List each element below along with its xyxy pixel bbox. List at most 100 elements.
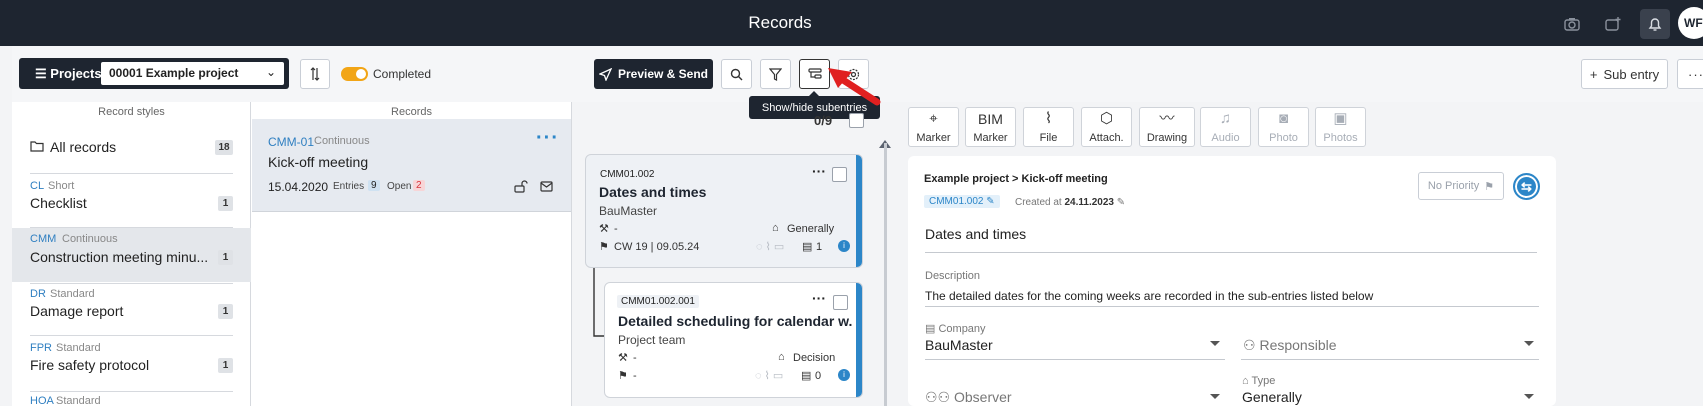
entry-code: CMM01.002.001 <box>617 295 699 308</box>
microphone-icon: ♫ <box>1219 110 1232 127</box>
style-abbr: CMM <box>30 233 57 245</box>
entry-code: CMM01.002 <box>596 168 659 181</box>
detail-entry-code[interactable]: CMM01.002 ✎ <box>924 195 1000 208</box>
subentries-icon: ▤ <box>802 241 813 253</box>
sub-entry-label: Sub entry <box>1603 66 1660 82</box>
breadcrumb[interactable]: Example project > Kick-off meeting <box>924 173 1108 185</box>
tool-drawing[interactable]: 〰 Drawing <box>1139 107 1195 147</box>
scrollbar[interactable] <box>884 143 887 406</box>
title-field[interactable]: Dates and times <box>925 226 1026 242</box>
add-sub-entry-button[interactable]: + Sub entry <box>1581 59 1668 89</box>
company-field[interactable]: BauMaster <box>925 337 993 353</box>
mail-icon[interactable] <box>540 181 553 192</box>
annotation-arrow <box>828 68 881 106</box>
preview-send-button[interactable]: Preview & Send <box>594 59 713 89</box>
style-item-damage-report[interactable]: DR Standard Damage report 1 <box>12 284 251 334</box>
record-date: 15.04.2020 <box>268 180 329 194</box>
filter-button[interactable] <box>760 59 791 89</box>
tool-label: Marker <box>916 132 951 144</box>
style-name: Fire safety protocol <box>30 357 150 373</box>
paperclip-icon: ⌇ <box>1044 110 1053 127</box>
tool-photo[interactable]: ◙ Photo <box>1258 107 1309 147</box>
tool-label: Audio <box>1211 132 1240 144</box>
style-item-fire-safety[interactable]: FPR Standard Fire safety protocol 1 <box>12 336 251 388</box>
entry-status-bar <box>856 283 862 397</box>
info-icon[interactable]: i <box>838 369 850 381</box>
add-photo-icon[interactable] <box>1598 9 1628 39</box>
open-count: 2 <box>413 180 425 191</box>
responsible-icon: ⚒ <box>599 223 609 235</box>
building-icon: ▤ <box>925 323 936 335</box>
notification-bell-icon[interactable] <box>1640 9 1670 39</box>
tool-label: Photos <box>1323 132 1358 144</box>
type-field[interactable]: Generally <box>1242 389 1302 405</box>
entry-card[interactable]: CMM01.002 ··· Dates and times BauMaster … <box>585 154 863 268</box>
entry-checkbox[interactable] <box>833 295 848 310</box>
responsible-field[interactable]: ⚇ Responsible <box>1243 337 1337 354</box>
project-dropdown[interactable]: 00001 Example project ⌄ <box>101 62 284 85</box>
tool-bim-marker[interactable]: BIM Marker <box>965 107 1016 147</box>
chevron-down-icon[interactable] <box>1524 341 1534 346</box>
completed-toggle[interactable] <box>341 67 368 81</box>
chevron-down-icon[interactable] <box>1210 341 1220 346</box>
priority-label: No Priority <box>1427 180 1480 192</box>
description-label: Description <box>925 270 981 282</box>
all-records-label: All records <box>50 139 117 155</box>
camera-icon[interactable] <box>1557 9 1587 39</box>
project-dropdown-value: 00001 Example project <box>109 66 239 80</box>
bim-icon: BIM <box>978 111 1003 127</box>
info-circle-icon[interactable]: ⇆ <box>1513 173 1540 200</box>
entry-more-icon[interactable]: ··· <box>812 163 826 179</box>
company-underline <box>925 359 1225 360</box>
edit-icon: ✎ <box>1116 197 1126 208</box>
preview-send-label: Preview & Send <box>617 67 709 81</box>
created-at: Created at 24.11.2023 ✎ <box>1015 197 1126 208</box>
pin-icon: ⌖ <box>929 110 938 127</box>
unlock-icon[interactable] <box>514 180 528 193</box>
tool-marker[interactable]: ⌖ Marker <box>908 107 959 147</box>
tag-icon: ⌂ <box>1242 375 1249 387</box>
entry-due: - <box>633 370 637 382</box>
subentry-card[interactable]: CMM01.002.001 ··· Detailed scheduling fo… <box>604 282 863 398</box>
count-badge: 1 <box>218 304 233 319</box>
priority-button[interactable]: No Priority ⚑ <box>1418 172 1504 200</box>
tool-label: Drawing <box>1146 132 1188 144</box>
style-item-checklist[interactable]: CL Short Checklist 1 <box>12 175 251 227</box>
tool-audio[interactable]: ♫ Audio <box>1200 107 1251 147</box>
more-options-button[interactable]: ··· <box>1677 59 1703 89</box>
style-abbr: DR <box>30 288 46 300</box>
count-badge: 1 <box>218 196 233 211</box>
type-label: ⌂ Type <box>1242 375 1276 387</box>
style-item-hoa[interactable]: HOA Standard <box>12 392 251 406</box>
sort-button[interactable] <box>300 59 330 89</box>
tool-attach[interactable]: ⬡ Attach. <box>1081 107 1132 147</box>
cube-icon: ⬡ <box>1099 110 1114 127</box>
all-records-item[interactable]: All records 18 <box>12 132 251 162</box>
record-more-icon[interactable]: ··· <box>536 127 559 150</box>
entry-attachment-icons: ◌⌇▭ <box>755 370 787 382</box>
tool-label: File <box>1039 132 1058 144</box>
camera-icon: ◙ <box>1278 110 1289 127</box>
tool-photos[interactable]: ▣ Photos <box>1315 107 1366 147</box>
style-name: Damage report <box>30 303 124 319</box>
record-card[interactable]: CMM-01 Continuous ··· Kick-off meeting 1… <box>252 119 571 212</box>
user-avatar[interactable]: WF <box>1678 7 1703 39</box>
info-icon[interactable]: i <box>838 240 850 252</box>
entry-title: Dates and times <box>599 184 707 200</box>
observer-field[interactable]: ⚇⚇ Observer <box>925 389 1012 406</box>
description-field[interactable]: The detailed dates for the coming weeks … <box>925 289 1373 303</box>
person-icon: ⚇ <box>1243 337 1256 353</box>
style-item-construction-meeting[interactable]: CMM Continuous Construction meeting minu… <box>12 228 251 282</box>
select-all-checkbox[interactable] <box>849 113 864 128</box>
tag-icon: ⌂ <box>772 222 779 234</box>
entry-more-icon[interactable]: ··· <box>812 290 826 306</box>
record-code: CMM-01 <box>268 135 315 149</box>
chevron-down-icon[interactable] <box>1524 394 1534 399</box>
tool-file[interactable]: ⌇ File <box>1023 107 1074 147</box>
records-heading: Records <box>391 106 432 118</box>
search-button[interactable] <box>721 59 752 89</box>
entries-label: Entries <box>333 181 365 192</box>
entry-checkbox[interactable] <box>832 167 847 182</box>
chevron-down-icon[interactable] <box>1210 394 1220 399</box>
entry-responsible: - <box>633 352 637 364</box>
